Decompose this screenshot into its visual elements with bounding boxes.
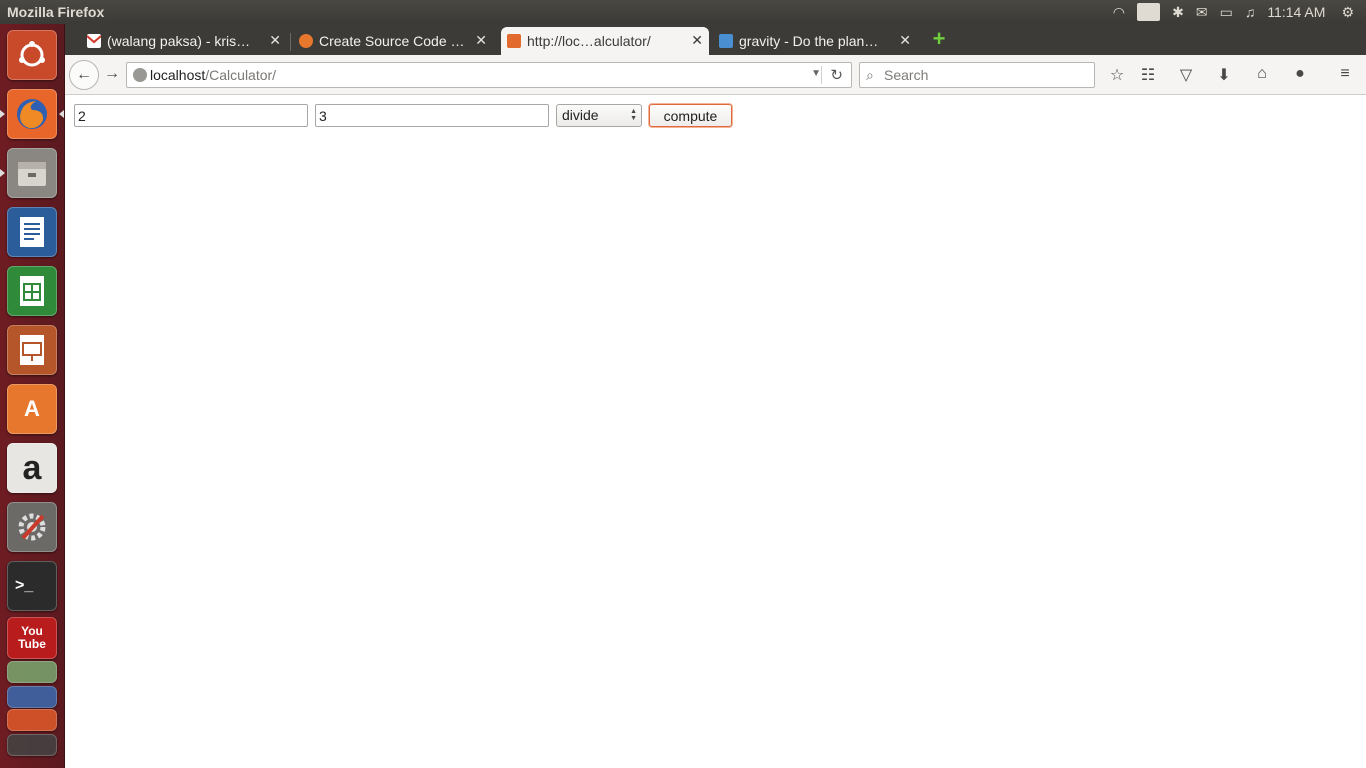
tab-close-icon[interactable]: ✕ [691,32,703,49]
stackexchange-favicon-icon [719,34,733,48]
tab-strip: (walang paksa) - kris… ✕ Create Source C… [65,24,1366,55]
xampp-favicon-icon [507,34,521,48]
wifi-icon[interactable]: ◠ [1113,4,1125,21]
system-settings-icon[interactable] [7,502,57,552]
site-favicon-icon [299,34,313,48]
collapsed-launcher-icon[interactable] [7,709,57,731]
tab-close-icon[interactable]: ✕ [899,32,911,49]
url-bar[interactable]: localhost/Calculator/ ▼ ↻ [126,62,852,88]
ubuntu-dash-icon[interactable] [7,30,57,80]
software-center-label: A [24,396,40,421]
volume-icon[interactable]: ♫ [1245,4,1256,20]
focused-indicator [59,110,64,118]
operation-selected-value: divide [562,107,599,123]
back-button[interactable]: ← [69,60,99,90]
pocket-icon[interactable]: ▽ [1175,65,1197,85]
operand2-input[interactable] [315,104,549,127]
files-icon[interactable] [7,148,57,198]
running-indicator [0,110,5,118]
downloads-icon[interactable]: ⬇ [1213,65,1235,85]
select-arrows-icon: ▲ ▼ [630,108,637,122]
bookmarks-list-icon[interactable]: ☷ [1137,65,1159,85]
amazon-label: a [22,448,42,487]
terminal-icon[interactable]: >_ [7,561,57,611]
search-icon: ⌕ [866,67,874,83]
bookmark-star-icon[interactable]: ☆ [1106,65,1128,85]
tab-close-icon[interactable]: ✕ [475,32,487,49]
system-top-panel: Mozilla Firefox ◠ En ✱ ✉ ▭ ♫ 11:14 AM ⚙ [0,0,1366,24]
bluetooth-icon[interactable]: ✱ [1172,4,1184,21]
history-dropdown-icon[interactable]: ▼ [811,68,821,79]
page-content: divide ▲▼ compute [65,96,1366,768]
gmail-icon [86,34,102,48]
tab-gmail[interactable]: (walang paksa) - kris… ✕ [81,27,287,55]
tab-calculator[interactable]: http://loc…alculator/ ✕ [501,27,709,55]
search-input[interactable] [884,66,1084,84]
tab-gravity[interactable]: gravity - Do the plan… ✕ [713,27,917,55]
tab-label: (walang paksa) - kris… [107,33,251,49]
amazon-icon[interactable]: a [7,443,57,493]
firefox-icon[interactable] [7,89,57,139]
operation-select[interactable]: divide ▲ ▼ [556,104,642,127]
tab-create-source-code[interactable]: Create Source Code … ✕ [293,27,493,55]
clock[interactable]: 11:14 AM [1267,4,1325,20]
home-icon[interactable]: ⌂ [1251,65,1273,83]
libreoffice-writer-icon[interactable] [7,207,57,257]
tab-label: Create Source Code … [319,33,465,49]
running-indicator [0,169,5,177]
tab-label: http://loc…alculator/ [527,33,651,49]
youtube-icon[interactable]: You Tube [7,617,57,659]
system-tray: ◠ En ✱ ✉ ▭ ♫ 11:14 AM ⚙ [1113,0,1366,24]
unity-launcher: A a >_ You Tube [0,24,65,768]
site-info-icon[interactable] [133,68,147,82]
url-host: localhost [150,67,206,83]
mail-icon[interactable]: ✉ [1196,4,1208,21]
url-text: localhost/Calculator/ [150,67,276,83]
tab-separator [290,33,291,51]
software-center-icon[interactable]: A [7,384,57,434]
navigation-toolbar: ← → localhost/Calculator/ ▼ ↻ ⌕ ☆ ☷ ▽ ⬇ … [65,55,1366,95]
collapsed-launcher-icon[interactable] [7,686,57,708]
forward-button[interactable]: → [104,65,120,83]
operand1-input[interactable] [74,104,308,127]
chat-hello-icon[interactable]: ● [1289,65,1311,83]
search-box[interactable]: ⌕ [859,62,1095,88]
collapsed-launcher-icon[interactable] [7,734,57,756]
hamburger-menu-icon[interactable]: ≡ [1334,65,1356,83]
collapsed-launcher-icon[interactable] [7,661,57,683]
youtube-label: You Tube [18,624,46,651]
keyboard-layout-indicator[interactable]: En [1136,3,1161,21]
tab-close-icon[interactable]: ✕ [269,32,281,49]
reload-icon[interactable]: ↻ [821,66,843,84]
libreoffice-impress-icon[interactable] [7,325,57,375]
active-app-title: Mozilla Firefox [7,4,105,20]
compute-button[interactable]: compute [649,104,732,127]
back-arrow-icon: ← [76,66,92,83]
tab-label: gravity - Do the plan… [739,33,879,49]
battery-icon[interactable]: ▭ [1220,4,1233,21]
libreoffice-calc-icon[interactable] [7,266,57,316]
new-tab-plus-icon[interactable]: + [927,27,951,53]
terminal-label: >_ [15,577,34,594]
url-path: /Calculator/ [205,67,277,83]
power-gear-icon[interactable]: ⚙ [1341,4,1354,21]
forward-arrow-icon: → [104,65,120,82]
